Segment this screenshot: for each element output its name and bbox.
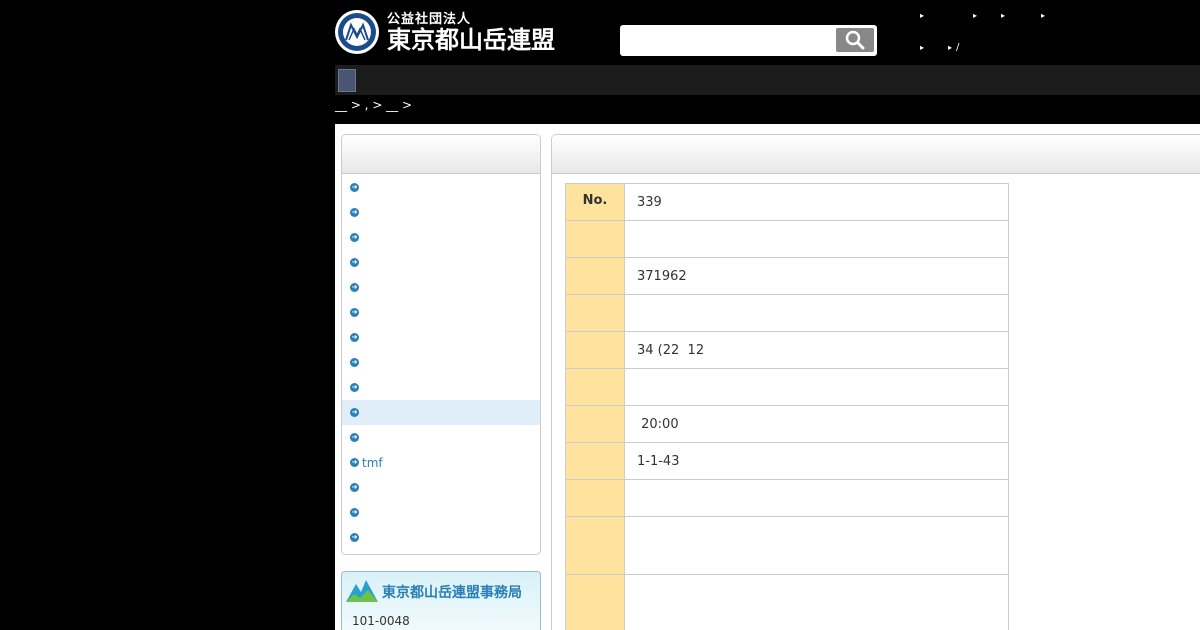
- row-value: [624, 574, 1009, 630]
- top-link-2[interactable]: ▸: [973, 10, 981, 22]
- sidebar-menu: ➜ ➜ ➜ ➜ ➜ ➜ ➜ ➜ ➜ ➜ ➜ ➜ tmf ➜ ➜ ➜: [341, 134, 541, 555]
- nav-item-home[interactable]: [338, 69, 356, 92]
- arrow-circle-icon: ➜: [350, 258, 359, 267]
- row-key: [565, 220, 625, 258]
- site-header: 公益社団法人 東京都山岳連盟 ▸ ▸ ▸ ▸ ▸ ▸ /: [335, 0, 1200, 65]
- sidebar-item[interactable]: ➜ tmf: [342, 450, 540, 475]
- federation-emblem-icon: [335, 10, 379, 54]
- row-key: [565, 294, 625, 332]
- arrow-circle-icon: ➜: [350, 408, 359, 417]
- arrow-circle-icon: ➜: [350, 433, 359, 442]
- site-logo[interactable]: 公益社団法人 東京都山岳連盟: [335, 10, 555, 54]
- top-link-1[interactable]: ▸: [920, 10, 928, 22]
- arrow-right-icon: ▸: [920, 11, 925, 20]
- row-key: [565, 516, 625, 575]
- top-link-5[interactable]: ▸: [920, 42, 928, 54]
- sidebar-item[interactable]: ➜: [342, 475, 540, 500]
- table-row: 20:00: [565, 405, 1009, 443]
- table-row: [565, 574, 1009, 630]
- arrow-circle-icon: ➜: [350, 283, 359, 292]
- table-row: [565, 368, 1009, 406]
- table-row: [565, 516, 1009, 575]
- arrow-circle-icon: ➜: [350, 508, 359, 517]
- global-nav: [335, 65, 1200, 95]
- search-button[interactable]: [836, 28, 874, 52]
- arrow-right-icon: ▸: [948, 43, 953, 52]
- search-box: [620, 25, 877, 56]
- table-row: [565, 479, 1009, 517]
- table-row: 1-1-43: [565, 442, 1009, 480]
- arrow-circle-icon: ➜: [350, 233, 359, 242]
- info-table: No. 339 371962 34 (22 12 20:00 1-1-43: [565, 183, 1009, 630]
- arrow-circle-icon: ➜: [350, 208, 359, 217]
- arrow-circle-icon: ➜: [350, 358, 359, 367]
- table-row: 371962: [565, 257, 1009, 295]
- row-key: [565, 442, 625, 480]
- arrow-right-icon: ▸: [1041, 11, 1046, 20]
- table-row: No. 339: [565, 183, 1009, 221]
- row-value: 34 (22 12: [624, 331, 1009, 369]
- sidebar-item[interactable]: ➜: [342, 325, 540, 350]
- arrow-circle-icon: ➜: [350, 533, 359, 542]
- row-value: [624, 516, 1009, 575]
- office-banner[interactable]: 東京都山岳連盟事務局 101-0048: [341, 571, 541, 630]
- table-row: [565, 220, 1009, 258]
- search-input[interactable]: [624, 29, 834, 51]
- main-panel-header: [552, 135, 1200, 174]
- row-key: [565, 479, 625, 517]
- row-key: [565, 405, 625, 443]
- arrow-circle-icon: ➜: [350, 183, 359, 192]
- row-value: 371962: [624, 257, 1009, 295]
- top-link-4[interactable]: ▸: [1041, 10, 1049, 22]
- mountain-logo-icon: [346, 580, 378, 602]
- logo-subtitle: 公益社団法人: [387, 11, 472, 27]
- arrow-circle-icon: ➜: [350, 458, 359, 467]
- top-link-3[interactable]: ▸: [1001, 10, 1009, 22]
- row-key: [565, 368, 625, 406]
- sidebar-header: [342, 135, 540, 174]
- row-key: [565, 257, 625, 295]
- sidebar-item[interactable]: ➜: [342, 275, 540, 300]
- row-value: [624, 479, 1009, 517]
- arrow-right-icon: ▸: [973, 11, 978, 20]
- sidebar-list: ➜ ➜ ➜ ➜ ➜ ➜ ➜ ➜ ➜ ➜ ➜ ➜ tmf ➜ ➜ ➜: [342, 174, 540, 550]
- content-area: ➜ ➜ ➜ ➜ ➜ ➜ ➜ ➜ ➜ ➜ ➜ ➜ tmf ➜ ➜ ➜ 東京都山岳連盟事務局 101-0048 N…: [335, 124, 1200, 630]
- arrow-circle-icon: ➜: [350, 333, 359, 342]
- row-value: 20:00: [624, 405, 1009, 443]
- sidebar-item[interactable]: ➜: [342, 525, 540, 550]
- sidebar-item[interactable]: ➜: [342, 200, 540, 225]
- row-key: [565, 574, 625, 630]
- arrow-circle-icon: ➜: [350, 483, 359, 492]
- breadcrumb[interactable]: __ > , > __ >: [335, 98, 412, 112]
- sidebar-item[interactable]: ➜: [342, 400, 540, 425]
- office-title: 東京都山岳連盟事務局: [382, 585, 522, 601]
- sidebar-item[interactable]: ➜: [342, 300, 540, 325]
- row-key: [565, 331, 625, 369]
- row-value: [624, 368, 1009, 406]
- arrow-right-icon: ▸: [1001, 11, 1006, 20]
- sidebar-item[interactable]: ➜: [342, 250, 540, 275]
- sidebar-item[interactable]: ➜: [342, 425, 540, 450]
- logo-title: 東京都山岳連盟: [387, 25, 555, 54]
- row-value: 339: [624, 183, 1009, 221]
- top-link-6[interactable]: ▸ /: [948, 42, 959, 54]
- sidebar-item[interactable]: ➜: [342, 350, 540, 375]
- sidebar-item[interactable]: ➜: [342, 225, 540, 250]
- arrow-circle-icon: ➜: [350, 383, 359, 392]
- arrow-right-icon: ▸: [920, 43, 925, 52]
- sidebar-item[interactable]: ➜: [342, 375, 540, 400]
- arrow-circle-icon: ➜: [350, 308, 359, 317]
- table-row: [565, 294, 1009, 332]
- row-value: [624, 220, 1009, 258]
- office-zip: 101-0048: [352, 614, 410, 628]
- sidebar-item[interactable]: ➜: [342, 175, 540, 200]
- search-icon: [845, 30, 865, 50]
- main-panel: No. 339 371962 34 (22 12 20:00 1-1-43: [551, 134, 1200, 630]
- sidebar-item[interactable]: ➜: [342, 500, 540, 525]
- row-value: [624, 294, 1009, 332]
- table-row: 34 (22 12: [565, 331, 1009, 369]
- sidebar-item-label: tmf: [362, 455, 383, 470]
- row-key: No.: [565, 183, 625, 221]
- row-value: 1-1-43: [624, 442, 1009, 480]
